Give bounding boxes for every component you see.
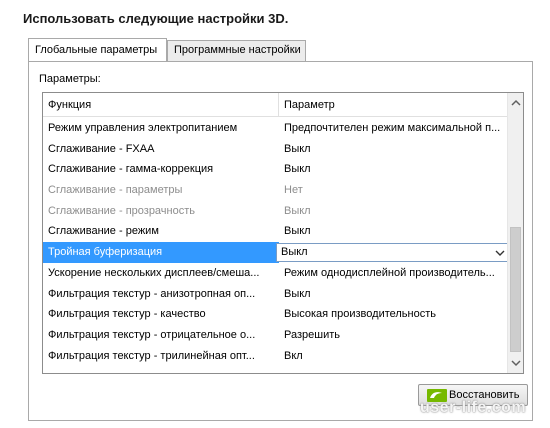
row-value-text: Нет bbox=[284, 184, 303, 197]
list-row[interactable]: Сглаживание - FXAA Выкл bbox=[43, 139, 509, 160]
row-value: Нет bbox=[279, 180, 509, 201]
row-value-text: Выкл bbox=[284, 287, 311, 300]
tab-program-settings[interactable]: Программные настройки bbox=[167, 40, 306, 62]
list-row[interactable]: Фильтрация текстур - отрицательное о... Р… bbox=[43, 325, 509, 346]
list-row[interactable]: Ускорение нескольких дисплеев/смеша... Ре… bbox=[43, 263, 509, 284]
column-header-function[interactable]: Функция bbox=[43, 93, 279, 117]
row-function: Сглаживание - FXAA bbox=[48, 142, 155, 155]
list-row[interactable]: Режим управления электропитанием Предпочт… bbox=[43, 118, 509, 139]
section-heading: Использовать следующие настройки 3D. bbox=[23, 11, 289, 26]
parameters-label: Параметры: bbox=[39, 73, 101, 85]
row-value: Выкл bbox=[279, 221, 509, 242]
row-value-text: Вкл bbox=[284, 349, 303, 362]
watermark: user-life.com bbox=[420, 399, 527, 416]
row-value: Выкл bbox=[279, 201, 509, 222]
row-value: Высокая производительность bbox=[279, 304, 509, 325]
list-header: Функция Параметр bbox=[43, 93, 509, 117]
row-value: Выкл bbox=[279, 159, 509, 180]
row-value-text: Предпочтителен режим максимальной п... bbox=[284, 122, 501, 134]
scrollbar-thumb[interactable] bbox=[510, 227, 521, 352]
vertical-scrollbar[interactable] bbox=[507, 93, 523, 373]
row-value-text: Режим однодисплейной производитель... bbox=[284, 266, 495, 279]
scroll-up-icon[interactable] bbox=[508, 95, 523, 111]
settings-panel: Параметры: Функция Параметр Режим управл… bbox=[28, 61, 533, 421]
row-value: Предпочтителен режим максимальной п... bbox=[279, 118, 509, 139]
row-function: Фильтрация текстур - качество bbox=[48, 308, 206, 321]
list-row[interactable]: Фильтрация текстур - анизотропная оп... В… bbox=[43, 284, 509, 305]
column-header-parameter[interactable]: Параметр bbox=[279, 93, 509, 117]
row-value-text: Выкл bbox=[284, 163, 311, 176]
row-function: Фильтрация текстур - отрицательное о... bbox=[48, 328, 256, 341]
list-row[interactable]: Фильтрация текстур - качество Высокая про… bbox=[43, 304, 509, 325]
row-function: Фильтрация текстур - трилинейная опт... bbox=[48, 349, 255, 362]
settings-rows: Режим управления электропитанием Предпочт… bbox=[43, 118, 509, 366]
row-value-text: Высокая производительность bbox=[284, 308, 436, 321]
chevron-down-icon[interactable] bbox=[495, 247, 505, 257]
row-function: Ускорение нескольких дисплеев/смеша... bbox=[48, 266, 260, 279]
row-function: Тройная буферизация bbox=[43, 242, 279, 263]
tab-global-settings[interactable]: Глобальные параметры bbox=[28, 38, 167, 61]
row-function: Сглаживание - прозрачность bbox=[48, 204, 196, 217]
row-function: Режим управления электропитанием bbox=[48, 122, 238, 134]
row-value: Выкл bbox=[279, 139, 509, 160]
row-value: Вкл bbox=[279, 346, 509, 367]
list-row[interactable]: Сглаживание - режим Выкл bbox=[43, 221, 509, 242]
list-row[interactable]: Фильтрация текстур - трилинейная опт... В… bbox=[43, 346, 509, 367]
row-function: Сглаживание - параметры bbox=[48, 184, 183, 197]
row-function: Фильтрация текстур - анизотропная оп... bbox=[48, 287, 256, 300]
row-value: Выкл bbox=[279, 284, 509, 305]
row-value-text: Выкл bbox=[284, 142, 311, 155]
row-value: Режим однодисплейной производитель... bbox=[279, 263, 509, 284]
value-dropdown[interactable]: Выкл bbox=[276, 243, 508, 263]
row-value-text: Разрешить bbox=[284, 328, 340, 341]
row-function: Сглаживание - режим bbox=[48, 225, 159, 238]
row-value-text: Выкл bbox=[284, 225, 311, 238]
list-row[interactable]: Сглаживание - гамма-коррекция Выкл bbox=[43, 159, 509, 180]
row-value-text: Выкл bbox=[284, 204, 311, 217]
scroll-down-icon[interactable] bbox=[508, 355, 523, 371]
row-value-text: Выкл bbox=[281, 246, 308, 259]
list-row[interactable]: Сглаживание - прозрачность Выкл bbox=[43, 201, 509, 222]
settings-list: Функция Параметр Режим управления электр… bbox=[42, 92, 524, 374]
list-row[interactable]: Тройная буферизация Выкл bbox=[43, 242, 509, 263]
row-value: Разрешить bbox=[279, 325, 509, 346]
list-row[interactable]: Сглаживание - параметры Нет bbox=[43, 180, 509, 201]
row-function: Сглаживание - гамма-коррекция bbox=[48, 163, 214, 176]
